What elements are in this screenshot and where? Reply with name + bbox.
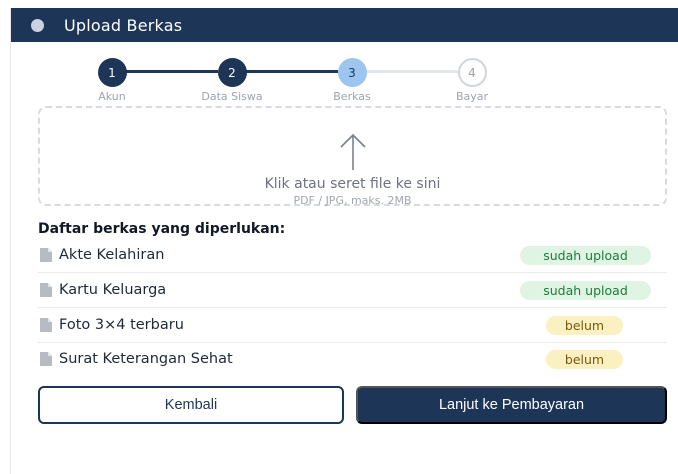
page-title: Upload Berkas bbox=[64, 15, 183, 35]
step-data-siswa[interactable]: 2 Data Siswa bbox=[201, 58, 263, 103]
file-row: Foto 3×4 terbaru belum bbox=[38, 309, 667, 343]
step-connector bbox=[246, 70, 338, 73]
arrow-up-icon bbox=[340, 133, 366, 170]
file-list-title: Daftar berkas yang diperlukan: bbox=[38, 221, 286, 237]
upload-panel: Upload Berkas 1 Akun 2 Data Siswa 3 Berk… bbox=[10, 8, 678, 474]
file-row: Surat Keterangan Sehat belum bbox=[38, 343, 667, 377]
dropzone-hint: PDF / JPG, maks. 2MB bbox=[293, 194, 412, 207]
status-badge: sudah upload bbox=[520, 246, 651, 265]
step-label: Akun bbox=[98, 90, 126, 103]
step-connector bbox=[366, 70, 458, 73]
step-label: Berkas bbox=[333, 90, 371, 103]
back-button[interactable]: Kembali bbox=[38, 386, 344, 424]
document-icon bbox=[40, 318, 52, 332]
panel-header: Upload Berkas bbox=[11, 8, 678, 42]
step-number: 4 bbox=[457, 58, 487, 87]
file-name: Foto 3×4 terbaru bbox=[59, 317, 184, 333]
step-akun[interactable]: 1 Akun bbox=[97, 58, 127, 103]
document-icon bbox=[40, 283, 52, 297]
step-label: Data Siswa bbox=[201, 90, 263, 103]
document-icon bbox=[40, 248, 52, 262]
file-row: Akte Kelahiran sudah upload bbox=[38, 239, 667, 273]
status-badge: sudah upload bbox=[520, 281, 651, 300]
status-badge: belum bbox=[546, 350, 623, 369]
file-name: Akte Kelahiran bbox=[59, 247, 165, 263]
stepper: 1 Akun 2 Data Siswa 3 Berkas 4 Bayar bbox=[11, 50, 678, 106]
step-number: 1 bbox=[97, 58, 127, 87]
dropzone-text: Klik atau seret file ke sini bbox=[264, 176, 441, 192]
status-badge: belum bbox=[546, 316, 623, 335]
file-dropzone[interactable]: Klik atau seret file ke sini PDF / JPG, … bbox=[38, 106, 667, 207]
continue-payment-button[interactable]: Lanjut ke Pembayaran bbox=[356, 386, 667, 424]
step-label: Bayar bbox=[455, 90, 489, 103]
step-berkas[interactable]: 3 Berkas bbox=[333, 58, 371, 103]
step-bayar[interactable]: 4 Bayar bbox=[456, 58, 488, 103]
file-row: Kartu Keluarga sudah upload bbox=[38, 274, 667, 308]
step-number: 3 bbox=[337, 58, 367, 87]
file-name: Kartu Keluarga bbox=[59, 282, 167, 298]
file-name: Surat Keterangan Sehat bbox=[59, 351, 233, 367]
step-connector bbox=[126, 70, 218, 73]
header-dot-icon bbox=[31, 18, 44, 32]
document-icon bbox=[40, 352, 52, 366]
step-number: 2 bbox=[217, 58, 247, 87]
